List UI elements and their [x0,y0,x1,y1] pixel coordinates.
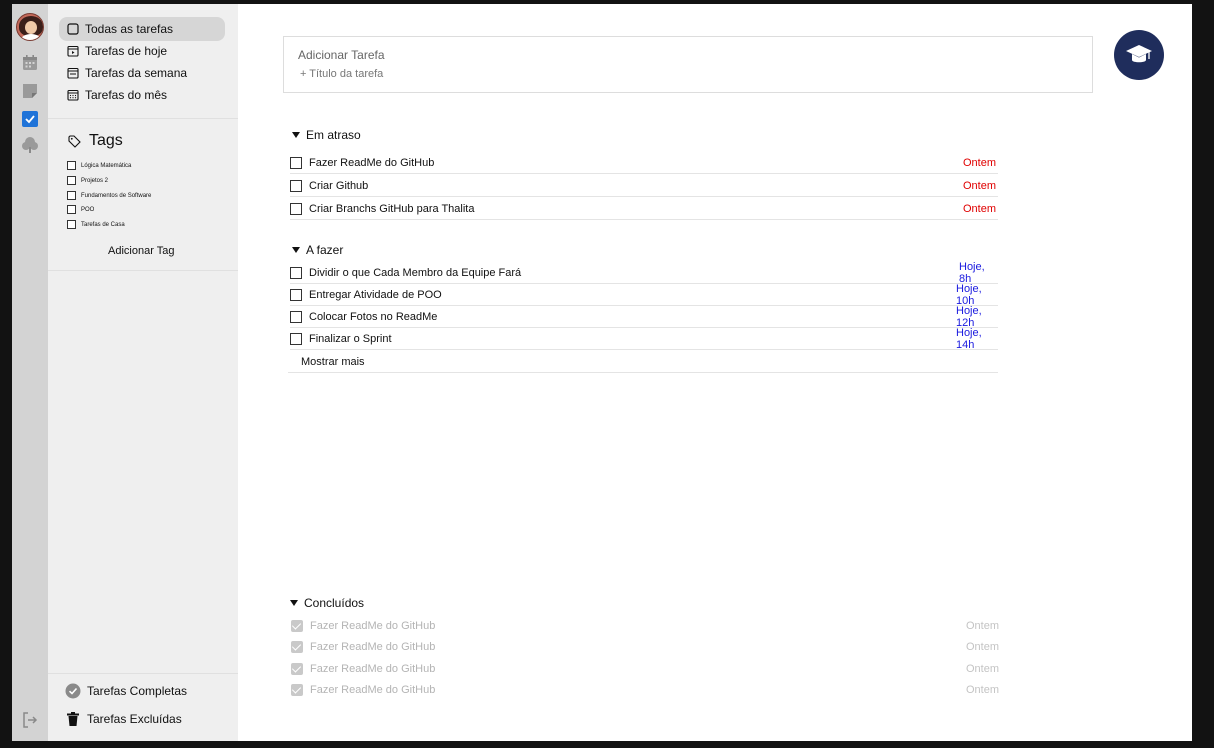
month-icon [67,89,79,101]
user-avatar[interactable] [16,13,44,41]
app-window: Todas as tarefas Tarefas de hoje Tarefas… [12,4,1192,741]
tag-item[interactable]: Lógica Matemática [67,161,131,170]
tag-item[interactable]: Tarefas de Casa [67,220,125,229]
tag-item[interactable]: Projetos 2 [67,176,108,185]
task-due: Hoje, 8h [959,260,985,285]
task-checkbox[interactable] [290,179,302,192]
tag-checkbox[interactable] [67,161,76,170]
task-row[interactable]: Criar Branchs GitHub para Thalita Ontem [290,198,998,220]
task-due: Ontem [966,641,1000,653]
nav-week-tasks[interactable]: Tarefas da semana [59,61,225,85]
caret-down-icon [292,247,300,253]
divider [48,270,238,271]
sidebar: Todas as tarefas Tarefas de hoje Tarefas… [48,4,238,741]
calendar-icon[interactable] [20,53,40,73]
tag-checkbox[interactable] [67,176,76,185]
graduation-cap-icon [1126,45,1152,63]
nav-all-tasks[interactable]: Todas as tarefas [59,17,225,41]
tag-icon [68,134,81,148]
task-due: Hoje, 12h [956,304,982,329]
task-due: Ontem [963,156,997,169]
checked-checkbox[interactable] [291,663,303,675]
task-due: Hoje, 10h [956,282,982,307]
done-task-row[interactable]: Fazer ReadMe do GitHub Ontem [291,659,1001,679]
task-row[interactable]: Dividir o que Cada Membro da Equipe Fará… [290,260,998,285]
trash-icon [67,712,79,726]
tag-checkbox[interactable] [67,220,76,229]
caret-down-icon [290,600,298,606]
task-title-input[interactable]: + Título da tarefa [300,68,383,80]
task-checkbox[interactable] [290,266,302,279]
checked-checkbox[interactable] [291,684,303,696]
task-due: Hoje, 14h [956,326,982,351]
graduation-cap-button[interactable] [1114,30,1164,80]
done-task-row[interactable]: Fazer ReadMe do GitHub Ontem [291,680,1001,700]
done-task-row[interactable]: Fazer ReadMe do GitHub Ontem [291,637,1001,657]
show-more-button[interactable]: Mostrar mais [288,351,998,373]
week-icon [67,67,79,79]
all-tasks-icon [67,23,79,35]
checked-checkbox[interactable] [291,620,303,632]
divider [48,118,238,119]
nav-label: Tarefas de hoje [85,44,168,58]
overdue-section-toggle[interactable]: Em atraso [292,128,361,142]
tag-checkbox[interactable] [67,191,76,200]
checkbox-icon[interactable] [20,109,40,129]
task-row[interactable]: Fazer ReadMe do GitHub Ontem [290,152,998,174]
caret-down-icon [292,132,300,138]
deleted-tasks-button[interactable]: Tarefas Excluídas [65,711,182,727]
task-checkbox[interactable] [290,156,302,169]
task-due: Ontem [966,620,1000,632]
divider [48,673,238,674]
task-due: Ontem [966,663,1000,675]
done-task-row[interactable]: Fazer ReadMe do GitHub Ontem [291,616,1001,636]
tree-icon[interactable] [20,135,40,155]
tags-heading: Tags [68,132,123,150]
add-task-box[interactable]: Adicionar Tarefa + Título da tarefa [283,36,1093,93]
task-row[interactable]: Colocar Fotos no ReadMe Hoje, 12h [290,304,998,329]
nav-label: Todas as tarefas [85,22,174,36]
icon-rail [12,4,48,741]
logout-icon[interactable] [21,711,39,729]
task-checkbox[interactable] [290,202,302,215]
tag-item[interactable]: POO [67,205,94,214]
add-tag-button[interactable]: Adicionar Tag [108,245,174,257]
nav-month-tasks[interactable]: Tarefas do mês [59,83,225,107]
task-row[interactable]: Entregar Atividade de POO Hoje, 10h [290,282,998,307]
task-row[interactable]: Criar Github Ontem [290,175,998,197]
nav-label: Tarefas da semana [85,66,188,80]
task-due: Ontem [963,202,997,215]
task-due: Ontem [966,684,1000,696]
done-section-toggle[interactable]: Concluídos [290,596,364,610]
nav-today-tasks[interactable]: Tarefas de hoje [59,39,225,63]
tag-item[interactable]: Fundamentos de Software [67,191,151,200]
add-task-title: Adicionar Tarefa [298,48,385,62]
task-due: Ontem [963,179,997,192]
nav-label: Tarefas do mês [85,88,168,102]
today-icon [67,45,79,57]
tag-checkbox[interactable] [67,205,76,214]
task-checkbox[interactable] [290,332,302,345]
todo-section-toggle[interactable]: A fazer [292,243,343,257]
task-checkbox[interactable] [290,288,302,301]
note-icon[interactable] [20,81,40,101]
task-checkbox[interactable] [290,310,302,323]
checked-checkbox[interactable] [291,641,303,653]
task-row[interactable]: Finalizar o Sprint Hoje, 14h [290,326,998,351]
check-circle-icon [65,683,81,699]
completed-tasks-button[interactable]: Tarefas Completas [65,683,187,699]
